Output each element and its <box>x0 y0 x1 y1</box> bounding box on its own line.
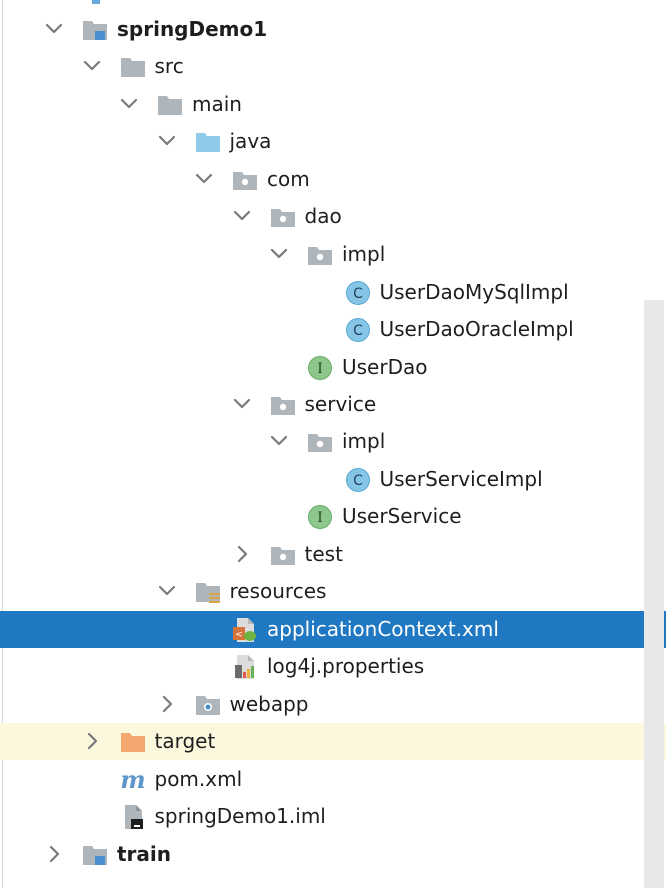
package-icon <box>270 204 296 230</box>
svg-text:C: C <box>353 473 363 489</box>
top-edge <box>0 0 666 6</box>
tree-node-label: src <box>154 54 184 78</box>
folder-icon <box>120 54 146 80</box>
web-folder-icon <box>195 692 221 718</box>
excluded-folder-icon <box>120 729 146 755</box>
chevron-right-icon[interactable] <box>42 842 66 866</box>
tree-node[interactable]: java <box>0 123 666 160</box>
tree-node-label: target <box>154 729 216 753</box>
module-folder-icon <box>82 17 108 43</box>
chevron-down-icon[interactable] <box>267 242 291 266</box>
tree-node[interactable]: log4j.properties <box>0 648 666 685</box>
tree-node[interactable]: test <box>0 536 666 573</box>
tree-node[interactable]: dao <box>0 198 666 235</box>
tree-node-label: impl <box>342 242 386 266</box>
tree-node[interactable]: I UserService <box>0 498 666 535</box>
tree-node[interactable]: resources <box>0 573 666 610</box>
java-interface-icon: I <box>307 504 333 530</box>
maven-pom-icon: m <box>120 765 146 794</box>
tree-node[interactable]: I UserDao <box>0 349 666 386</box>
iml-file-icon <box>120 804 146 830</box>
java-interface-icon: I <box>307 355 333 381</box>
tree-node-label: service <box>304 392 377 416</box>
svg-text:<: < <box>235 630 243 640</box>
tree-node[interactable]: main <box>0 86 666 123</box>
tree-node-label: resources <box>229 579 327 603</box>
chevron-down-icon[interactable] <box>80 54 104 78</box>
tree-node[interactable]: target <box>0 723 666 760</box>
spring-xml-file-icon: < <box>232 617 258 643</box>
tree-node-label: UserDaoOracleImpl <box>379 317 574 341</box>
tree-node[interactable]: webapp <box>0 686 666 723</box>
svg-text:C: C <box>353 323 363 339</box>
package-icon <box>270 392 296 418</box>
chevron-down-icon[interactable] <box>155 129 179 153</box>
tree-node-label: applicationContext.xml <box>267 617 499 641</box>
java-class-icon: C <box>345 317 371 343</box>
chevron-right-icon[interactable] <box>155 692 179 716</box>
tree-node-label: UserServiceImpl <box>379 467 543 491</box>
chevron-down-icon[interactable] <box>230 392 254 416</box>
java-class-icon: C <box>345 280 371 306</box>
vertical-scrollbar[interactable] <box>644 300 664 888</box>
tree-node-label: test <box>304 542 343 566</box>
properties-file-icon <box>232 654 258 680</box>
svg-text:I: I <box>317 510 323 526</box>
svg-text:I: I <box>317 361 323 377</box>
svg-text:m: m <box>120 767 145 793</box>
tree-node-label: java <box>229 129 272 153</box>
tree-node-label: pom.xml <box>154 767 243 791</box>
tree-node-label: log4j.properties <box>267 654 425 678</box>
tree-node[interactable]: impl <box>0 236 666 273</box>
source-root-folder-icon <box>195 129 221 155</box>
tree-node[interactable]: springDemo1 <box>0 11 666 48</box>
tree-node-label: webapp <box>229 692 309 716</box>
tree-node-label: UserService <box>342 504 462 528</box>
chevron-down-icon[interactable] <box>42 17 66 41</box>
tree-node-label: train <box>117 842 172 866</box>
tree-node[interactable]: com <box>0 161 666 198</box>
chevron-right-icon[interactable] <box>230 542 254 566</box>
tree-node-label: UserDao <box>342 355 428 379</box>
tree-node[interactable]: m pom.xml <box>0 761 666 798</box>
java-class-icon: C <box>345 467 371 493</box>
chevron-down-icon[interactable] <box>155 579 179 603</box>
module-folder-icon <box>82 842 108 868</box>
tree-node-label: springDemo1.iml <box>154 804 326 828</box>
tree-node-label: impl <box>342 429 386 453</box>
package-icon <box>232 167 258 193</box>
tree-node[interactable]: C UserServiceImpl <box>0 461 666 498</box>
tree-node[interactable]: C UserDaoOracleImpl <box>0 311 666 348</box>
chevron-down-icon[interactable] <box>267 429 291 453</box>
tree-node[interactable]: src <box>0 48 666 85</box>
tree-node-label: main <box>192 92 242 116</box>
package-icon <box>307 242 333 268</box>
chevron-down-icon[interactable] <box>230 204 254 228</box>
chevron-right-icon[interactable] <box>80 729 104 753</box>
tree-node[interactable]: service <box>0 386 666 423</box>
tree-node[interactable]: < applicationContext.xml <box>0 611 666 648</box>
tree-node[interactable]: train <box>0 836 666 873</box>
chevron-down-icon[interactable] <box>192 167 216 191</box>
tree-node[interactable]: springDemo1.iml <box>0 798 666 835</box>
tree-node[interactable]: C UserDaoMySqlImpl <box>0 274 666 311</box>
resources-folder-icon <box>195 579 221 605</box>
package-icon <box>270 542 296 568</box>
tree-node-label: springDemo1 <box>117 17 268 41</box>
tree-node-label: dao <box>304 204 342 228</box>
chevron-down-icon[interactable] <box>117 92 141 116</box>
svg-text:C: C <box>353 286 363 302</box>
package-icon <box>307 429 333 455</box>
tree-node-label: UserDaoMySqlImpl <box>379 280 569 304</box>
tree-node[interactable]: impl <box>0 423 666 460</box>
tree-node-label: com <box>267 167 310 191</box>
top-edge-mark <box>92 0 100 4</box>
folder-icon <box>157 92 183 118</box>
